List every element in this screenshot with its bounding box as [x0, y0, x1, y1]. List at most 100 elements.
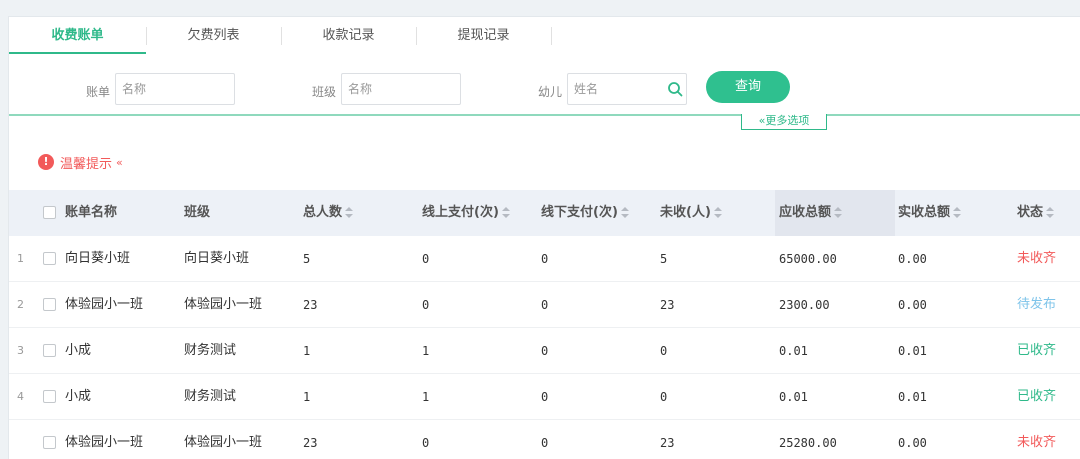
table-row[interactable]: 2 体验园小一班 体验园小一班 23 0 0 23 2300.00 0.00 待发布	[9, 282, 1080, 328]
column-label: 状态	[1017, 205, 1044, 220]
offline-pay-cell: 0	[541, 344, 549, 358]
class-cell: 财务测试	[184, 343, 237, 358]
table-header: 账单名称 班级 总人数 线上支付(次) 线下支付(次) 未收(人) 应收总额 实…	[9, 190, 1080, 236]
amount-due-cell: 0.01	[779, 344, 808, 358]
sort-icon	[501, 206, 510, 219]
table-row[interactable]: 1 向日葵小班 向日葵小班 5 0 0 5 65000.00 0.00 未收齐	[9, 236, 1080, 282]
total-cell: 5	[303, 252, 311, 266]
column-offline-pay[interactable]: 线下支付(次)	[541, 190, 629, 236]
tab-withdraw-records[interactable]: 提现记录	[416, 17, 551, 54]
bill-name-input[interactable]	[115, 73, 235, 105]
class-cell: 向日葵小班	[184, 251, 250, 266]
tab-arrears-list[interactable]: 欠费列表	[146, 17, 281, 54]
row-checkbox[interactable]	[43, 436, 56, 449]
sort-icon	[345, 206, 354, 219]
row-number: 1	[17, 252, 24, 265]
sort-icon	[953, 206, 962, 219]
table-row[interactable]: 3 小成 财务测试 1 1 0 0 0.01 0.01 已收齐	[9, 328, 1080, 374]
column-amount-received[interactable]: 实收总额	[898, 190, 962, 236]
row-checkbox[interactable]	[43, 390, 56, 403]
amount-due-cell: 0.01	[779, 390, 808, 404]
more-options-label: 更多选项	[765, 114, 810, 127]
status-badge: 未收齐	[1017, 251, 1057, 266]
unpaid-cell: 23	[660, 298, 675, 312]
bill-panel: 收费账单 欠费列表 收款记录 提现记录 账单 班级 幼儿 查询 «更多选项 ! …	[8, 16, 1080, 459]
search-icon[interactable]	[667, 81, 683, 97]
row-number: 4	[17, 390, 24, 403]
bill-name-cell: 体验园小一班	[65, 297, 144, 312]
sort-icon	[1046, 206, 1055, 219]
select-all-checkbox[interactable]	[43, 206, 56, 219]
column-total[interactable]: 总人数	[303, 190, 354, 236]
column-class: 班级	[184, 205, 211, 220]
sort-icon	[620, 206, 629, 219]
amount-received-cell: 0.01	[898, 344, 927, 358]
column-amount-due[interactable]: 应收总额	[775, 190, 895, 236]
column-label: 实收总额	[898, 205, 951, 220]
row-checkbox[interactable]	[43, 298, 56, 311]
class-cell: 体验园小一班	[184, 297, 263, 312]
tab-fee-bills[interactable]: 收费账单	[9, 17, 146, 54]
bill-name-cell: 向日葵小班	[65, 251, 131, 266]
column-online-pay[interactable]: 线上支付(次)	[422, 190, 510, 236]
online-pay-cell: 1	[422, 390, 430, 404]
class-cell: 财务测试	[184, 389, 237, 404]
tab-divider	[551, 27, 552, 45]
bill-name-cell: 体验园小一班	[65, 435, 144, 450]
more-options-button[interactable]: «更多选项	[741, 114, 827, 130]
warm-tip-toggle[interactable]: ! 温馨提示 «	[38, 153, 123, 172]
column-bill-name: 账单名称	[65, 205, 118, 220]
sort-icon	[713, 206, 722, 219]
sort-icon	[834, 206, 843, 219]
class-name-input[interactable]	[341, 73, 461, 105]
unpaid-cell: 0	[660, 344, 668, 358]
status-badge: 待发布	[1017, 297, 1057, 312]
tab-bar: 收费账单 欠费列表 收款记录 提现记录	[9, 17, 1080, 54]
amount-received-cell: 0.00	[898, 252, 927, 266]
amount-received-cell: 0.00	[898, 436, 927, 450]
class-cell: 体验园小一班	[184, 435, 263, 450]
query-button[interactable]: 查询	[706, 71, 790, 103]
unpaid-cell: 5	[660, 252, 668, 266]
bill-name-cell: 小成	[65, 389, 92, 404]
warm-tip-label: 温馨提示	[60, 156, 113, 172]
amount-due-cell: 2300.00	[779, 298, 830, 312]
offline-pay-cell: 0	[541, 436, 549, 450]
status-badge: 已收齐	[1017, 389, 1057, 404]
amount-due-cell: 65000.00	[779, 252, 837, 266]
total-cell: 23	[303, 436, 318, 450]
bill-filter-label: 账单	[86, 85, 111, 99]
amount-due-cell: 25280.00	[779, 436, 837, 450]
unpaid-cell: 0	[660, 390, 668, 404]
column-label: 未收(人)	[660, 205, 711, 220]
online-pay-cell: 0	[422, 252, 430, 266]
bill-name-cell: 小成	[65, 343, 92, 358]
column-label: 总人数	[303, 205, 343, 220]
online-pay-cell: 1	[422, 344, 430, 358]
table-row[interactable]: 4 小成 财务测试 1 1 0 0 0.01 0.01 已收齐	[9, 374, 1080, 420]
amount-received-cell: 0.00	[898, 298, 927, 312]
row-checkbox[interactable]	[43, 252, 56, 265]
child-filter-label: 幼儿	[538, 85, 563, 99]
status-badge: 已收齐	[1017, 343, 1057, 358]
row-checkbox[interactable]	[43, 344, 56, 357]
column-label: 应收总额	[779, 205, 832, 220]
unpaid-cell: 23	[660, 436, 675, 450]
total-cell: 23	[303, 298, 318, 312]
table-row[interactable]: 体验园小一班 体验园小一班 23 0 0 23 25280.00 0.00 未收齐	[9, 420, 1080, 459]
row-number: 3	[17, 344, 24, 357]
status-badge: 未收齐	[1017, 435, 1057, 450]
online-pay-cell: 0	[422, 298, 430, 312]
tab-payment-records[interactable]: 收款记录	[281, 17, 416, 54]
column-unpaid[interactable]: 未收(人)	[660, 190, 722, 236]
offline-pay-cell: 0	[541, 390, 549, 404]
amount-received-cell: 0.01	[898, 390, 927, 404]
alert-icon: !	[38, 154, 54, 170]
total-cell: 1	[303, 344, 311, 358]
total-cell: 1	[303, 390, 311, 404]
offline-pay-cell: 0	[541, 252, 549, 266]
column-status[interactable]: 状态	[1017, 190, 1055, 236]
column-label: 线上支付(次)	[422, 205, 499, 220]
offline-pay-cell: 0	[541, 298, 549, 312]
column-label: 线下支付(次)	[541, 205, 618, 220]
